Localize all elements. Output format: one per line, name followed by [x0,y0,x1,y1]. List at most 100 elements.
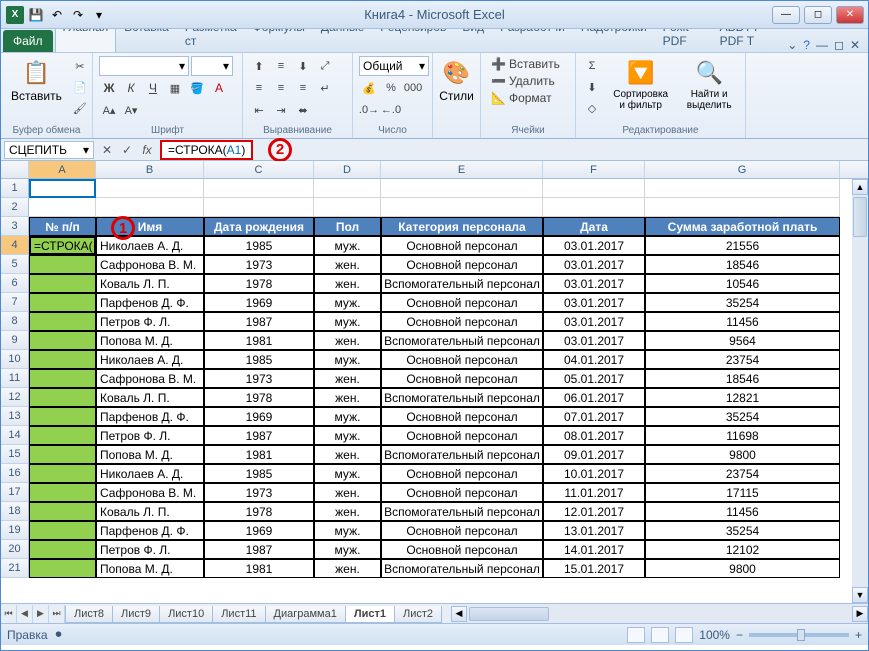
cell-F16[interactable]: 10.01.2017 [543,464,645,483]
cell-G4[interactable]: 21556 [645,236,840,255]
cell-B12[interactable]: Коваль Л. П. [96,388,204,407]
sheet-tab-1[interactable]: Лист9 [112,606,160,623]
row-header-18[interactable]: 18 [1,502,29,521]
scroll-left-icon[interactable]: ◀ [451,606,467,622]
cell-D6[interactable]: жен. [314,274,381,293]
help-icon[interactable]: ? [803,38,810,52]
cell-B9[interactable]: Попова М. Д. [96,331,204,350]
decrease-indent-icon[interactable]: ⇤ [249,100,269,120]
cell-F1[interactable] [543,179,645,198]
cell-E16[interactable]: Основной персонал [381,464,543,483]
cell-C11[interactable]: 1973 [204,369,314,388]
col-header-E[interactable]: E [381,161,543,178]
view-normal-icon[interactable] [627,627,645,643]
cell-B4[interactable]: Николаев А. Д. [96,236,204,255]
currency-icon[interactable]: 💰 [359,78,379,98]
clear-icon[interactable]: ◇ [582,98,602,118]
scroll-thumb-v[interactable] [853,197,867,237]
sheet-tab-0[interactable]: Лист8 [65,606,113,623]
row-header-19[interactable]: 19 [1,521,29,540]
cell-D4[interactable]: муж. [314,236,381,255]
cell-E6[interactable]: Вспомогательный персонал [381,274,543,293]
cell-E17[interactable]: Основной персонал [381,483,543,502]
vertical-scrollbar[interactable]: ▲ ▼ [852,179,868,603]
increase-indent-icon[interactable]: ⇥ [271,100,291,120]
view-page-layout-icon[interactable] [651,627,669,643]
close-button[interactable]: ✕ [836,6,864,24]
cell-F10[interactable]: 04.01.2017 [543,350,645,369]
wrap-text-icon[interactable]: ↵ [315,78,335,98]
cell-A1[interactable] [29,179,96,198]
row-header-21[interactable]: 21 [1,559,29,578]
view-page-break-icon[interactable] [675,627,693,643]
cell-F8[interactable]: 03.01.2017 [543,312,645,331]
align-right-icon[interactable]: ≡ [293,78,313,98]
cell-F2[interactable] [543,198,645,217]
cell-F19[interactable]: 13.01.2017 [543,521,645,540]
cell-G17[interactable]: 17115 [645,483,840,502]
row-header-7[interactable]: 7 [1,293,29,312]
cell-A16[interactable] [29,464,96,483]
row-header-8[interactable]: 8 [1,312,29,331]
cell-A19[interactable] [29,521,96,540]
cell-F5[interactable]: 03.01.2017 [543,255,645,274]
header-cell-E[interactable]: Категория персонала [381,217,543,236]
cell-F12[interactable]: 06.01.2017 [543,388,645,407]
cell-C13[interactable]: 1969 [204,407,314,426]
insert-function-icon[interactable]: fx [138,141,156,159]
align-center-icon[interactable]: ≡ [271,78,291,98]
cell-A7[interactable] [29,293,96,312]
sheet-tab-2[interactable]: Лист10 [159,606,213,623]
cell-D18[interactable]: жен. [314,502,381,521]
fill-icon[interactable]: ⬇ [582,77,602,97]
cell-B6[interactable]: Коваль Л. П. [96,274,204,293]
col-header-B[interactable]: B [96,161,204,178]
tab-first-icon[interactable]: ⏮ [1,605,17,623]
row-header-10[interactable]: 10 [1,350,29,369]
cell-G13[interactable]: 35254 [645,407,840,426]
cell-C9[interactable]: 1981 [204,331,314,350]
cell-F4[interactable]: 03.01.2017 [543,236,645,255]
cell-G7[interactable]: 35254 [645,293,840,312]
row-header-16[interactable]: 16 [1,464,29,483]
cell-F17[interactable]: 11.01.2017 [543,483,645,502]
cell-G19[interactable]: 35254 [645,521,840,540]
autosum-icon[interactable]: Σ [582,56,602,76]
increase-decimal-icon[interactable]: .0→ [359,100,379,120]
cell-G14[interactable]: 11698 [645,426,840,445]
cell-A17[interactable] [29,483,96,502]
insert-cells-button[interactable]: ➕Вставить [487,56,564,72]
col-header-A[interactable]: A [29,161,96,178]
cell-A5[interactable] [29,255,96,274]
cell-C1[interactable] [204,179,314,198]
row-header-3[interactable]: 3 [1,217,29,236]
cell-C12[interactable]: 1978 [204,388,314,407]
align-bottom-icon[interactable]: ⬇ [293,56,313,76]
row-header-12[interactable]: 12 [1,388,29,407]
cell-A6[interactable] [29,274,96,293]
cell-F21[interactable]: 15.01.2017 [543,559,645,578]
doc-minimize-icon[interactable]: — [816,38,828,52]
orientation-icon[interactable]: ⤢ [315,56,335,76]
row-header-9[interactable]: 9 [1,331,29,350]
cell-E2[interactable] [381,198,543,217]
cell-A14[interactable] [29,426,96,445]
cell-E7[interactable]: Основной персонал [381,293,543,312]
cell-D8[interactable]: муж. [314,312,381,331]
horizontal-scrollbar[interactable]: ◀ ▶ [451,604,868,623]
cell-F6[interactable]: 03.01.2017 [543,274,645,293]
cell-E11[interactable]: Основной персонал [381,369,543,388]
cell-G10[interactable]: 23754 [645,350,840,369]
cell-D7[interactable]: муж. [314,293,381,312]
cell-D15[interactable]: жен. [314,445,381,464]
decrease-font-icon[interactable]: A▾ [121,100,141,120]
cell-C2[interactable] [204,198,314,217]
cell-D2[interactable] [314,198,381,217]
comma-icon[interactable]: 000 [403,78,423,98]
font-family-dropdown[interactable]: ▾ [99,56,189,76]
cell-G5[interactable]: 18546 [645,255,840,274]
scroll-down-icon[interactable]: ▼ [852,587,868,603]
cell-C15[interactable]: 1981 [204,445,314,464]
zoom-in-icon[interactable]: + [855,628,862,642]
cell-C19[interactable]: 1969 [204,521,314,540]
